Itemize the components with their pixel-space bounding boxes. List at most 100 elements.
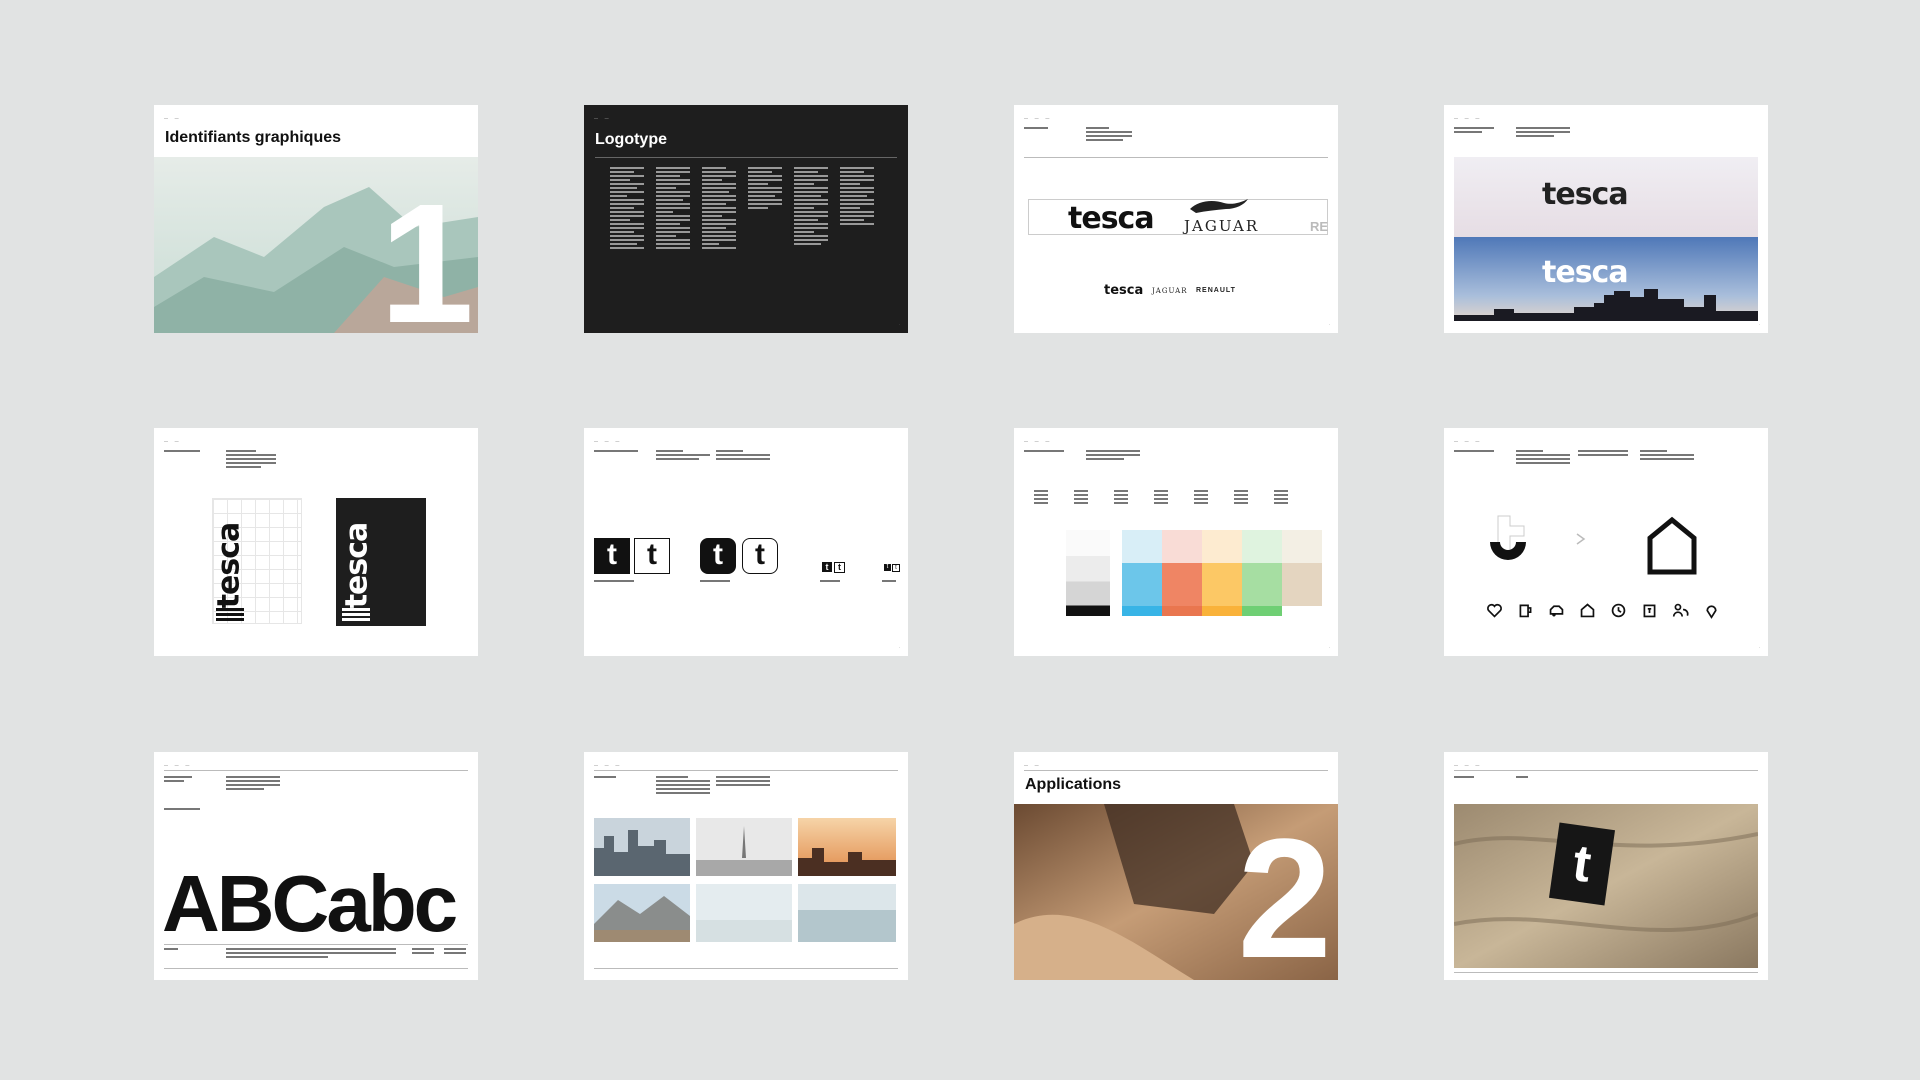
slide-header-meta: — — — bbox=[164, 762, 190, 767]
jaguar-wordmark-small: JAGUAR bbox=[1152, 287, 1188, 295]
section-label bbox=[1454, 776, 1474, 780]
tesca-wordmark-vertical: tesca bbox=[211, 522, 247, 609]
slide-title: Applications bbox=[1025, 776, 1122, 793]
chapter-number: 1 bbox=[379, 169, 474, 333]
location-pin-icon bbox=[1706, 605, 1717, 619]
symbol-construction-icon bbox=[1490, 515, 1526, 560]
color-values bbox=[1034, 490, 1324, 506]
slide-symbol-variations[interactable]: — — — t t t t t t t t · bbox=[584, 428, 908, 656]
slide-identifiants-graphiques[interactable]: — — Identifiants graphiques 1 bbox=[154, 105, 478, 333]
swatch-mid bbox=[1122, 562, 1162, 606]
section-label bbox=[594, 450, 638, 454]
slide-vertical-logo[interactable]: — — tesca tesca bbox=[154, 428, 478, 656]
sunset-skyline-photo bbox=[798, 818, 896, 876]
section-label bbox=[1454, 127, 1494, 135]
bottom-divider bbox=[164, 968, 468, 969]
section-description bbox=[1516, 127, 1570, 139]
slide-photography[interactable]: — — — bbox=[584, 752, 908, 980]
symbol-small-outline: t bbox=[834, 562, 845, 573]
paris-photo bbox=[696, 818, 792, 876]
swatch-mid bbox=[1282, 562, 1322, 606]
slide-color-palette[interactable]: — — — · bbox=[1014, 428, 1338, 656]
slide-title: Logotype bbox=[595, 131, 667, 148]
people-icon bbox=[1672, 603, 1689, 617]
slide-header-meta: — — bbox=[164, 438, 179, 443]
mountain-lake-photo bbox=[594, 884, 690, 942]
toc-column bbox=[748, 167, 782, 211]
slide-cobranding[interactable]: — — — tesca JAGUAR RE tesca JAGUAR RENAU… bbox=[1014, 105, 1338, 333]
slide-header-meta: — — — bbox=[1024, 438, 1050, 443]
page-number: · bbox=[898, 322, 900, 327]
symbol-dark-rounded: t bbox=[700, 538, 736, 574]
slide-applications[interactable]: — — Applications 2 bbox=[1014, 752, 1338, 980]
slide-logotype[interactable]: — — Logotype · bbox=[584, 105, 908, 333]
tesca-wordmark-dark: tesca bbox=[1542, 177, 1629, 212]
swatch-light bbox=[1242, 530, 1282, 563]
section-label bbox=[1024, 127, 1048, 131]
slide-header-meta: — — — bbox=[1454, 762, 1480, 767]
header-divider bbox=[594, 770, 898, 771]
jaguar-wordmark: JAGUAR bbox=[1184, 217, 1260, 235]
house-icon bbox=[1580, 603, 1595, 618]
toc-column bbox=[702, 167, 736, 251]
header-divider bbox=[1454, 770, 1758, 771]
title-divider bbox=[595, 157, 897, 158]
slide-header-meta: — — — bbox=[594, 762, 620, 767]
symbol-caption bbox=[700, 580, 730, 584]
swatch-mid bbox=[1242, 562, 1282, 606]
color-swatches bbox=[1122, 530, 1322, 616]
slide-logo-on-photos[interactable]: — — — tesca tesca · bbox=[1444, 105, 1768, 333]
toc-column bbox=[840, 167, 874, 227]
car-icon bbox=[1549, 605, 1564, 617]
symbol-tiny-dark: t bbox=[884, 564, 891, 571]
section-label bbox=[164, 450, 200, 454]
section-description bbox=[1516, 776, 1528, 780]
title-divider bbox=[1024, 157, 1328, 158]
swatch-strip bbox=[1162, 605, 1202, 616]
section-label bbox=[164, 776, 192, 784]
clock-icon bbox=[1611, 603, 1626, 618]
logo-stripes-white bbox=[342, 608, 370, 621]
page-number: · bbox=[1328, 322, 1330, 327]
tesca-wordmark: tesca bbox=[1068, 201, 1155, 236]
section-description bbox=[1086, 127, 1132, 143]
slide-fabric-label[interactable]: — — — t bbox=[1444, 752, 1768, 980]
tesca-wordmark-white: tesca bbox=[1542, 255, 1629, 290]
header-divider bbox=[164, 770, 468, 771]
symbol-tiny-outline: t bbox=[892, 564, 900, 572]
slide-header-meta: — — — bbox=[1454, 115, 1480, 120]
section-description bbox=[226, 776, 280, 792]
swatch-strip bbox=[1122, 605, 1162, 616]
slide-iconography[interactable]: — — — · bbox=[1444, 428, 1768, 656]
icon-set-row bbox=[1486, 602, 1720, 619]
footer-label bbox=[164, 948, 178, 952]
section-description bbox=[1516, 450, 1570, 466]
slide-header-meta: — — bbox=[1024, 762, 1039, 767]
section-description bbox=[716, 450, 770, 462]
page-number: · bbox=[898, 645, 900, 650]
slide-header-meta: — — — bbox=[1024, 115, 1050, 120]
symbol-outline-rounded: t bbox=[742, 538, 778, 574]
renault-wordmark-small: RENAULT bbox=[1196, 287, 1236, 294]
footer-divider bbox=[164, 944, 468, 945]
slide-typography[interactable]: — — — ABCabc bbox=[154, 752, 478, 980]
section-label bbox=[594, 776, 616, 780]
chapter-number: 2 bbox=[1237, 804, 1332, 980]
footer-text bbox=[226, 948, 396, 960]
swatch-light bbox=[1282, 530, 1322, 563]
bottom-divider bbox=[594, 968, 898, 969]
section-description bbox=[656, 450, 710, 462]
symbol-outline-square: t bbox=[634, 538, 670, 574]
footer-text bbox=[444, 948, 466, 956]
slide-title: Identifiants graphiques bbox=[165, 129, 342, 146]
bottom-divider bbox=[1454, 972, 1758, 973]
luggage-icon bbox=[1643, 604, 1656, 618]
mug-icon bbox=[1519, 604, 1532, 618]
slide-header-meta: — — — bbox=[594, 438, 620, 443]
page-number: · bbox=[1758, 322, 1760, 327]
symbol-caption bbox=[594, 580, 634, 584]
symbol-caption bbox=[820, 580, 840, 584]
section-description bbox=[1086, 450, 1140, 462]
section-label bbox=[1454, 450, 1494, 454]
logo-stripes bbox=[216, 608, 244, 621]
